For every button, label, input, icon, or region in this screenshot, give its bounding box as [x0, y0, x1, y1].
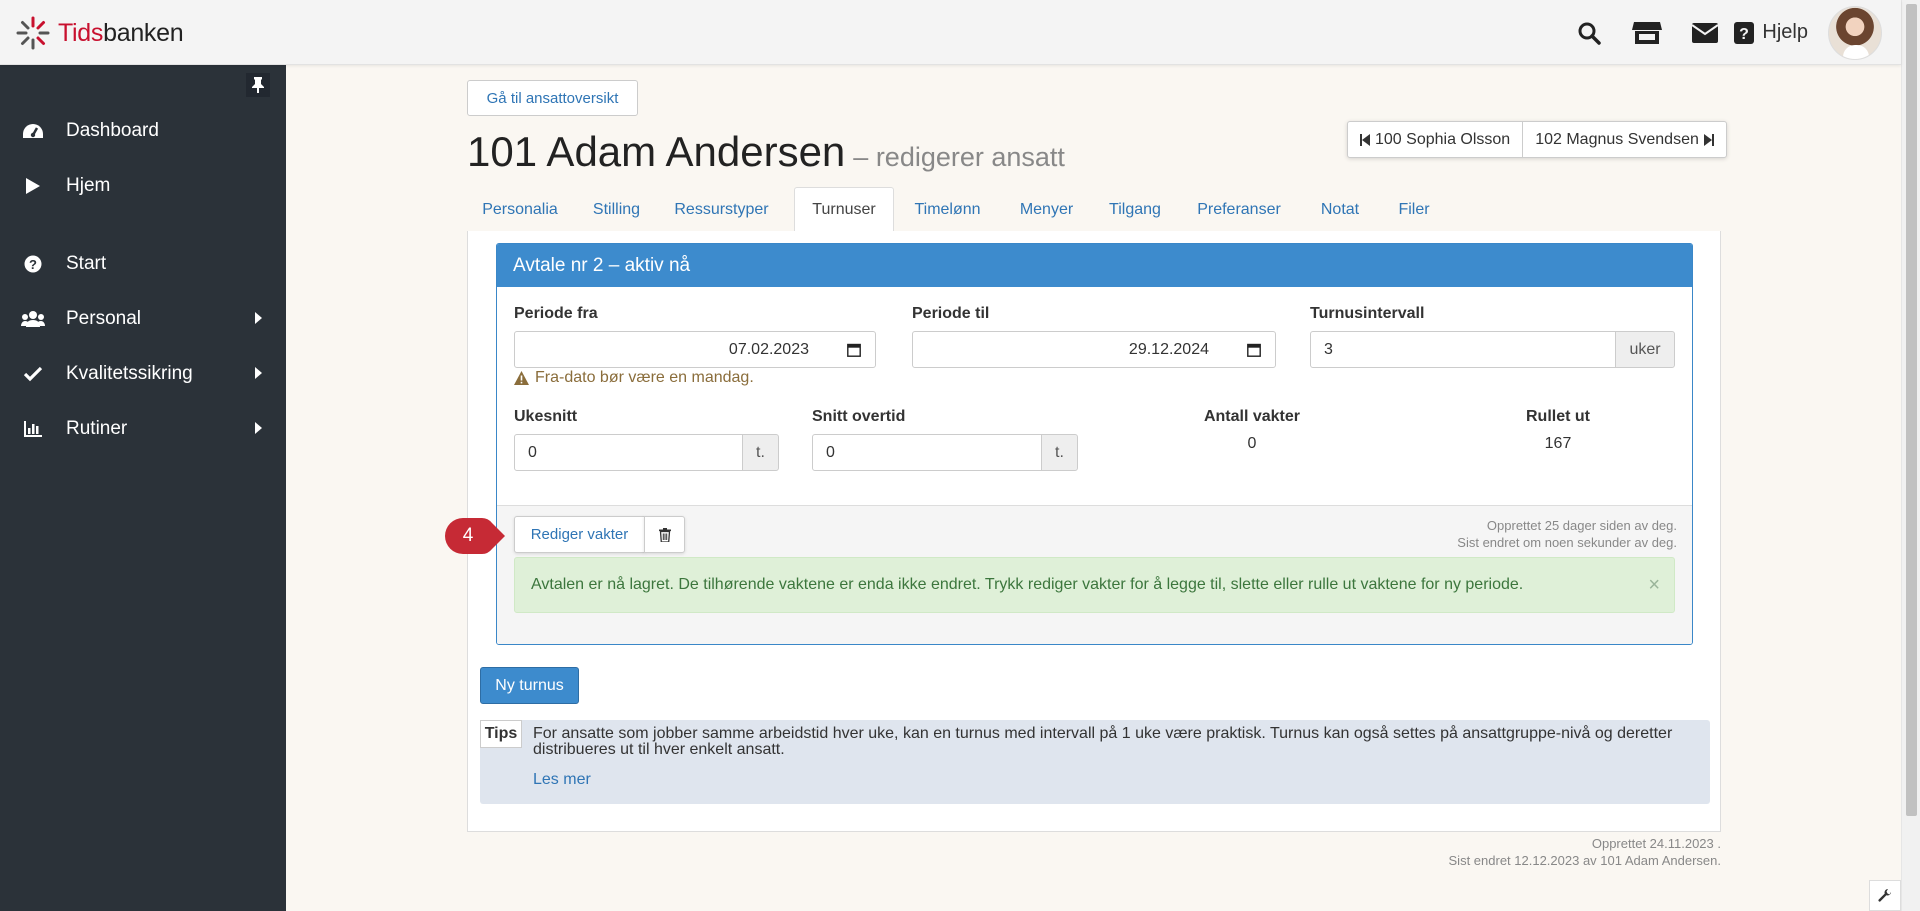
sidebar-item-label: Kvalitetssikring	[66, 363, 193, 384]
rolled-out-value: 167	[1544, 435, 1572, 452]
step-forward-icon	[1703, 133, 1714, 146]
close-icon[interactable]: ×	[1648, 574, 1660, 597]
sidebar-item-label: Dashboard	[66, 120, 159, 141]
interval-input[interactable]: 3	[1310, 331, 1616, 368]
sidebar-item-kvalitetssikring[interactable]: Kvalitetssikring	[0, 354, 286, 394]
brand-name: Tidsbanken	[58, 18, 184, 47]
tab-ressurstyper[interactable]: Ressurstyper	[660, 187, 783, 232]
overtime-input[interactable]: 0	[812, 434, 1042, 471]
sidebar-item-hjem[interactable]: Hjem	[0, 166, 286, 206]
calendar-icon[interactable]	[847, 343, 861, 357]
interval-label: Turnusintervall	[1310, 305, 1425, 322]
trash-icon	[658, 527, 671, 542]
back-to-employees-button[interactable]: Gå til ansattoversikt	[467, 80, 638, 116]
tips-text: For ansatte som jobber samme arbeidstid …	[533, 725, 1673, 758]
top-bar: Tidsbanken ? Hjelp	[0, 0, 1901, 65]
tab-menyer[interactable]: Menyer	[1001, 187, 1092, 232]
question-circle-icon: ?	[21, 252, 45, 276]
employee-name: 101 Adam Andersen	[467, 128, 846, 175]
read-more-link[interactable]: Les mer	[533, 771, 591, 789]
edit-shifts-button[interactable]: Rediger vakter	[514, 516, 645, 553]
chevron-right-icon	[255, 312, 262, 324]
tab-timelonn[interactable]: Timelønn	[894, 187, 1001, 232]
dashboard-icon	[21, 119, 45, 143]
employee-pager: 100 Sophia Olsson 102 Magnus Svendsen	[1347, 121, 1727, 158]
footer-created: Opprettet 24.11.2023 .	[1591, 836, 1721, 851]
tips-box: Tips For ansatte som jobber samme arbeid…	[480, 720, 1710, 804]
sidebar: Dashboard Hjem ? Start Personal Kvalitet…	[0, 65, 286, 911]
pin-icon[interactable]	[246, 73, 270, 97]
sidebar-item-label: Start	[66, 253, 107, 274]
sidebar-item-rutiner[interactable]: Rutiner	[0, 409, 286, 449]
play-icon	[21, 174, 45, 198]
tab-tilgang[interactable]: Tilgang	[1092, 187, 1178, 232]
employee-tabs: Personalia Stilling Ressurstyper Turnuse…	[467, 187, 1721, 233]
tab-preferanser[interactable]: Preferanser	[1178, 187, 1300, 232]
step-number: 4	[462, 525, 474, 546]
search-icon[interactable]	[1560, 0, 1618, 65]
page-title: 101 Adam Andersen – redigerer ansatt	[467, 128, 1065, 176]
tidsbanken-logo-icon	[16, 16, 50, 50]
rolled-out-label: Rullet ut	[1526, 408, 1590, 425]
svg-text:?: ?	[1740, 26, 1750, 43]
agreement-header: Avtale nr 2 – aktiv nå	[497, 244, 1692, 287]
scrollbar-thumb[interactable]	[1906, 4, 1917, 816]
sidebar-item-start[interactable]: ? Start	[0, 244, 286, 284]
delete-agreement-button[interactable]	[644, 516, 685, 553]
chevron-right-icon	[255, 367, 262, 379]
sidebar-item-label: Personal	[66, 308, 141, 329]
warning-icon	[514, 371, 529, 385]
tab-personalia[interactable]: Personalia	[467, 187, 573, 232]
chevron-right-icon	[255, 422, 262, 434]
overtime-label: Snitt overtid	[812, 408, 906, 425]
modified-note: Sist endret om noen sekunder av deg.	[1457, 535, 1677, 550]
users-icon	[21, 307, 45, 331]
shifts-count-label: Antall vakter	[1203, 408, 1301, 425]
tips-tag: Tips	[480, 720, 522, 748]
help-label: Hjelp	[1762, 21, 1808, 43]
tab-notat[interactable]: Notat	[1300, 187, 1380, 232]
success-alert: Avtalen er nå lagret. De tilhørende vakt…	[514, 557, 1675, 613]
period-to-label: Periode til	[912, 305, 990, 322]
agreement-footer: Rediger vakter Opprettet 25 dager siden …	[497, 505, 1692, 644]
new-rotation-button[interactable]: Ny turnus	[480, 667, 579, 704]
shifts-count-value: 0	[1247, 435, 1257, 452]
tab-stilling[interactable]: Stilling	[573, 187, 660, 232]
weekly-avg-label: Ukesnitt	[514, 408, 578, 425]
page-subtitle: – redigerer ansatt	[853, 142, 1065, 172]
logo[interactable]: Tidsbanken	[16, 16, 184, 50]
next-employee-button[interactable]: 102 Magnus Svendsen	[1522, 122, 1726, 157]
footer-modified: Sist endret 12.12.2023 av 101 Adam Ander…	[1448, 853, 1721, 868]
created-note: Opprettet 25 dager siden av deg.	[1486, 518, 1677, 533]
help-link[interactable]: ? Hjelp	[1734, 21, 1808, 44]
period-from-warning: Fra-dato bør være en mandag.	[514, 369, 754, 387]
weekly-avg-unit: t.	[742, 434, 779, 471]
overtime-unit: t.	[1041, 434, 1078, 471]
period-from-input[interactable]: 07.02.2023	[514, 331, 876, 368]
period-from-label: Periode fra	[514, 305, 598, 322]
svg-text:?: ?	[29, 257, 37, 272]
page-scrollbar[interactable]	[1901, 0, 1920, 911]
weekly-avg-input[interactable]: 0	[514, 434, 743, 471]
agreement-panel: Avtale nr 2 – aktiv nå Periode fra 07.02…	[496, 243, 1693, 645]
user-avatar[interactable]	[1828, 5, 1882, 60]
sidebar-item-label: Hjem	[66, 175, 111, 196]
bar-chart-icon	[21, 417, 45, 441]
period-to-input[interactable]: 29.12.2024	[912, 331, 1276, 368]
step-backward-icon	[1360, 133, 1370, 146]
check-icon	[21, 362, 45, 386]
sidebar-item-personal[interactable]: Personal	[0, 299, 286, 339]
interval-unit: uker	[1615, 331, 1675, 368]
tab-turnuser[interactable]: Turnuser	[794, 187, 894, 233]
tab-filer[interactable]: Filer	[1380, 187, 1448, 232]
wrench-icon[interactable]	[1869, 880, 1901, 911]
calendar-icon[interactable]	[1247, 343, 1261, 357]
prev-employee-button[interactable]: 100 Sophia Olsson	[1348, 122, 1522, 157]
sidebar-item-label: Rutiner	[66, 418, 128, 439]
question-icon: ?	[1734, 21, 1755, 44]
sidebar-item-dashboard[interactable]: Dashboard	[0, 111, 286, 151]
store-icon[interactable]	[1618, 0, 1676, 65]
mail-icon[interactable]	[1676, 0, 1734, 65]
alert-message: Avtalen er nå lagret. De tilhørende vakt…	[531, 576, 1524, 593]
